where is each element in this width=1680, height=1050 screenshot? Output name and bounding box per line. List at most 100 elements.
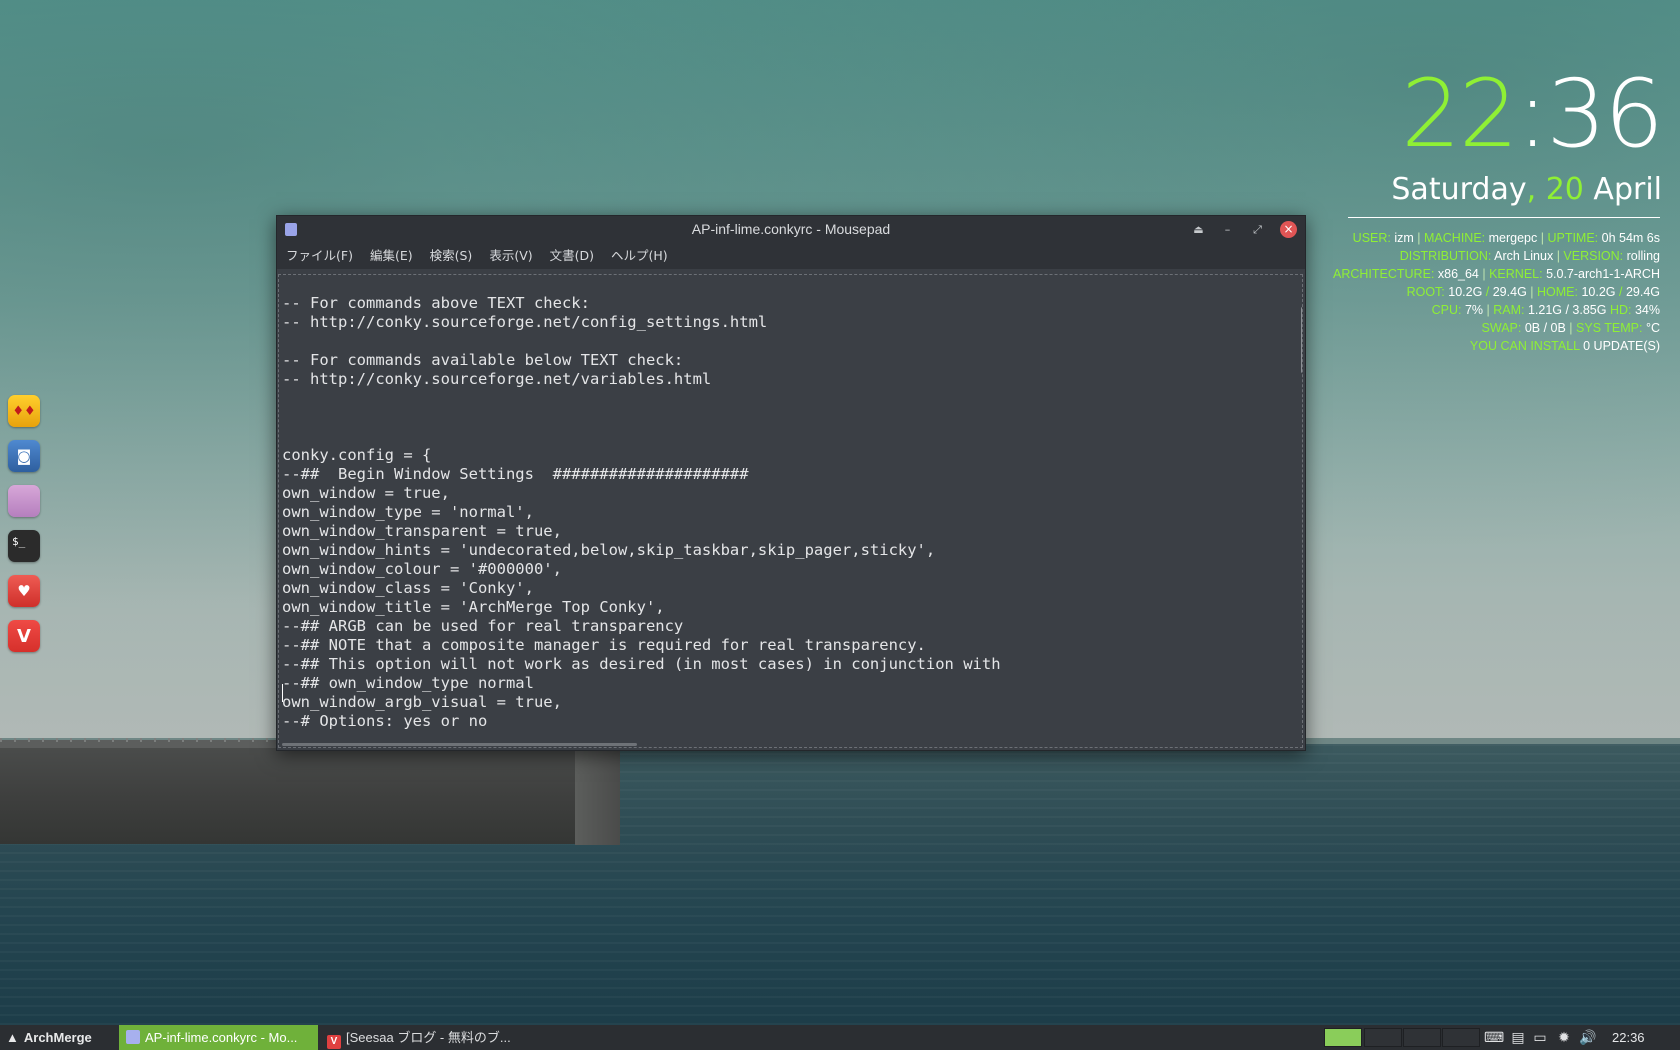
- conky-value: izm: [1394, 231, 1414, 245]
- menu-edit[interactable]: 編集(E): [370, 243, 413, 269]
- conky-value: 0 UPDATE(S): [1583, 339, 1660, 353]
- conky-info-row: SWAP: 0B / 0B | SYS TEMP: °C: [1300, 319, 1660, 337]
- solitaire-icon[interactable]: ♥: [8, 575, 40, 607]
- conky-value: 7%: [1464, 303, 1484, 317]
- text-cursor: [282, 684, 283, 702]
- conky-info-row: USER: izm | MACHINE: mergepc | UPTIME: 0…: [1300, 229, 1660, 247]
- code-line[interactable]: --## own_window_type normal: [282, 674, 1272, 693]
- conky-value: 1.21G / 3.85G: [1527, 303, 1607, 317]
- conky-month: April: [1593, 172, 1662, 207]
- volume-icon[interactable]: 🔊: [1578, 1025, 1598, 1050]
- code-line[interactable]: own_window_colour = '#000000',: [282, 560, 1272, 579]
- conky-clock-hour: 22: [1401, 60, 1519, 169]
- conky-key: /: [1482, 285, 1493, 299]
- wallpaper-pier: [0, 744, 615, 844]
- code-line[interactable]: own_window = true,: [282, 484, 1272, 503]
- conky-key: ARCHITECTURE:: [1333, 267, 1438, 281]
- conky-value: 34%: [1634, 303, 1660, 317]
- code-line[interactable]: --## This option will not work as desire…: [282, 655, 1272, 674]
- code-line[interactable]: -- For commands above TEXT check:: [282, 294, 1272, 313]
- code-line[interactable]: [282, 427, 1272, 446]
- network-icon[interactable]: ▭: [1530, 1025, 1550, 1050]
- code-line[interactable]: [282, 408, 1272, 427]
- conky-key: USER:: [1352, 231, 1395, 245]
- menu-document[interactable]: 文書(D): [550, 243, 594, 269]
- code-line[interactable]: [282, 332, 1272, 351]
- conky-key: HOME:: [1537, 285, 1582, 299]
- horizontal-scrollbar[interactable]: [282, 743, 637, 746]
- mousepad-task-icon: [126, 1030, 140, 1044]
- camera-icon[interactable]: ◙: [8, 440, 40, 472]
- code-line[interactable]: --## Begin Window Settings #############…: [282, 465, 1272, 484]
- close-button[interactable]: ×: [1280, 221, 1297, 238]
- maximize-button[interactable]: ⤢: [1248, 220, 1267, 239]
- conky-key: VERSION:: [1563, 249, 1627, 263]
- conky-separator: |: [1565, 321, 1577, 335]
- conky-value: 0h 54m 6s: [1601, 231, 1660, 245]
- vertical-scrollbar[interactable]: [1301, 307, 1302, 373]
- start-label: ArchMerge: [23, 1030, 92, 1045]
- code-line[interactable]: own_window_argb_visual = true,: [282, 693, 1272, 712]
- conky-key: MACHINE:: [1424, 231, 1489, 245]
- eject-icon[interactable]: ⏏: [1189, 220, 1208, 239]
- folder-icon[interactable]: [8, 485, 40, 517]
- code-line[interactable]: -- http://conky.sourceforge.net/variable…: [282, 370, 1272, 389]
- code-line[interactable]: conky.config = {: [282, 446, 1272, 465]
- gear-icon[interactable]: ✹: [1554, 1025, 1574, 1050]
- code-line[interactable]: --## ARGB can be used for real transpare…: [282, 617, 1272, 636]
- conky-value: mergepc: [1488, 231, 1538, 245]
- code-line[interactable]: own_window_type = 'normal',: [282, 503, 1272, 522]
- dock: ♦♦ ◙ $_ ♥ V: [8, 395, 42, 665]
- code-area[interactable]: -- For commands above TEXT check: -- http…: [282, 294, 1272, 731]
- conky-clock-colon: :: [1516, 60, 1549, 169]
- window-titlebar[interactable]: AP-inf-lime.conkyrc - Mousepad ⏏ – ⤢ ×: [277, 216, 1305, 243]
- conky-key: KERNEL:: [1489, 267, 1547, 281]
- code-line[interactable]: own_window_transparent = true,: [282, 522, 1272, 541]
- conky-date: Saturday, 20 April: [1391, 170, 1662, 210]
- code-line[interactable]: -- For commands available below TEXT che…: [282, 351, 1272, 370]
- workspace-1[interactable]: [1324, 1028, 1362, 1047]
- conky-clock-minute: 36: [1546, 60, 1664, 169]
- clipboard-icon[interactable]: ▤: [1508, 1025, 1528, 1050]
- taskbar-item-browser[interactable]: V [Seesaa ブログ - 無料のブ...: [320, 1025, 520, 1050]
- workspace-3[interactable]: [1403, 1028, 1441, 1047]
- code-line[interactable]: own_window_class = 'Conky',: [282, 579, 1272, 598]
- cards-game-icon[interactable]: ♦♦: [8, 395, 40, 427]
- menu-help[interactable]: ヘルプ(H): [611, 243, 668, 269]
- conky-value: °C: [1645, 321, 1660, 335]
- terminal-icon[interactable]: $_: [8, 530, 40, 562]
- code-line[interactable]: --# Options: yes or no: [282, 712, 1272, 731]
- conky-weekday: Saturday: [1391, 172, 1527, 207]
- minimize-button[interactable]: –: [1218, 220, 1237, 239]
- taskbar-clock[interactable]: 22:36: [1612, 1025, 1645, 1050]
- taskbar-item-mousepad[interactable]: AP-inf-lime.conkyrc - Mo...: [119, 1025, 318, 1050]
- start-menu-button[interactable]: ▲ ArchMerge: [0, 1025, 118, 1050]
- menu-search[interactable]: 検索(S): [430, 243, 473, 269]
- code-line[interactable]: --## NOTE that a composite manager is re…: [282, 636, 1272, 655]
- conky-system-info: USER: izm | MACHINE: mergepc | UPTIME: 0…: [1300, 229, 1660, 355]
- keyboard-icon[interactable]: ⌨: [1484, 1025, 1504, 1050]
- conky-info-row: DISTRIBUTION: Arch Linux | VERSION: roll…: [1300, 247, 1660, 265]
- conky-separator: |: [1553, 249, 1564, 263]
- conky-separator: |: [1478, 267, 1490, 281]
- conky-key: YOU CAN INSTALL: [1469, 339, 1584, 353]
- conky-key: HD:: [1606, 303, 1635, 317]
- text-editor[interactable]: -- For commands above TEXT check: -- http…: [278, 274, 1303, 748]
- conky-separator: |: [1537, 231, 1548, 245]
- task-label: AP-inf-lime.conkyrc - Mo...: [145, 1030, 298, 1045]
- conky-key: UPTIME:: [1547, 231, 1602, 245]
- code-line[interactable]: own_window_title = 'ArchMerge Top Conky'…: [282, 598, 1272, 617]
- workspace-2[interactable]: [1364, 1028, 1402, 1047]
- menu-view[interactable]: 表示(V): [489, 243, 532, 269]
- menu-file[interactable]: ファイル(F): [286, 243, 353, 269]
- code-line[interactable]: -- http://conky.sourceforge.net/config_s…: [282, 313, 1272, 332]
- conky-day: 20: [1545, 172, 1584, 207]
- vivaldi-icon[interactable]: V: [8, 620, 40, 652]
- wallpaper-pier-tower: [575, 740, 620, 845]
- conky-key: DISTRIBUTION:: [1399, 249, 1495, 263]
- code-line[interactable]: [282, 389, 1272, 408]
- conky-key: SWAP:: [1481, 321, 1525, 335]
- code-line[interactable]: own_window_hints = 'undecorated,below,sk…: [282, 541, 1272, 560]
- window-title: AP-inf-lime.conkyrc - Mousepad: [691, 221, 891, 237]
- workspace-4[interactable]: [1442, 1028, 1480, 1047]
